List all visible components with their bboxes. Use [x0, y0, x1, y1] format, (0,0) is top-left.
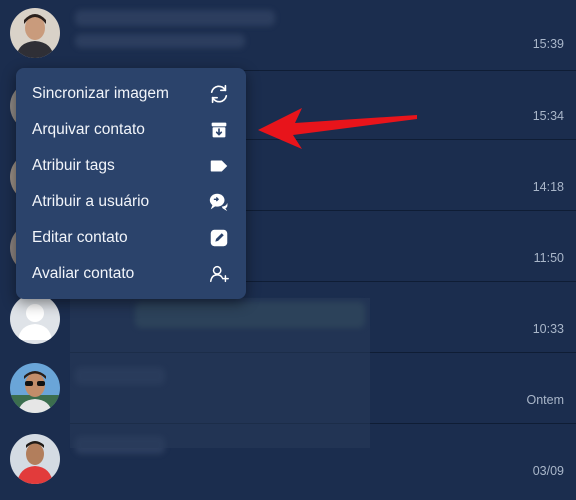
blurred-name	[75, 10, 275, 26]
chat-row[interactable]: 15:39	[0, 0, 576, 71]
chat-time: Ontem	[526, 393, 564, 407]
chat-transfer-icon	[208, 191, 230, 213]
blurred-message	[75, 34, 245, 48]
edit-icon	[208, 227, 230, 249]
menu-item-edit-contact[interactable]: Editar contato	[16, 220, 246, 256]
menu-item-assign-user[interactable]: Atribuir a usuário	[16, 184, 246, 220]
chat-time: 15:34	[532, 109, 564, 123]
chat-time: 10:33	[532, 322, 564, 336]
user-add-icon	[208, 263, 230, 285]
chat-time: 15:39	[532, 37, 564, 51]
menu-item-sync-image[interactable]: Sincronizar imagem	[16, 76, 246, 112]
menu-item-archive-contact[interactable]: Arquivar contato	[16, 112, 246, 148]
avatar	[10, 363, 60, 413]
red-arrow-annotation	[258, 108, 417, 149]
menu-item-rate-contact[interactable]: Avaliar contato	[16, 256, 246, 292]
archive-icon	[208, 119, 230, 141]
menu-item-assign-tags[interactable]: Atribuir tags	[16, 148, 246, 184]
contact-context-menu: Sincronizar imagem Arquivar contato Atri…	[16, 68, 246, 299]
chat-time: 03/09	[532, 464, 564, 478]
blurred-preview-area	[70, 298, 370, 448]
default-user-avatar	[10, 294, 60, 344]
avatar	[10, 434, 60, 484]
tag-icon	[208, 155, 230, 177]
chat-time: 11:50	[533, 251, 564, 265]
avatar	[10, 8, 60, 58]
chat-time: 14:18	[532, 180, 564, 194]
sync-icon	[208, 83, 230, 105]
